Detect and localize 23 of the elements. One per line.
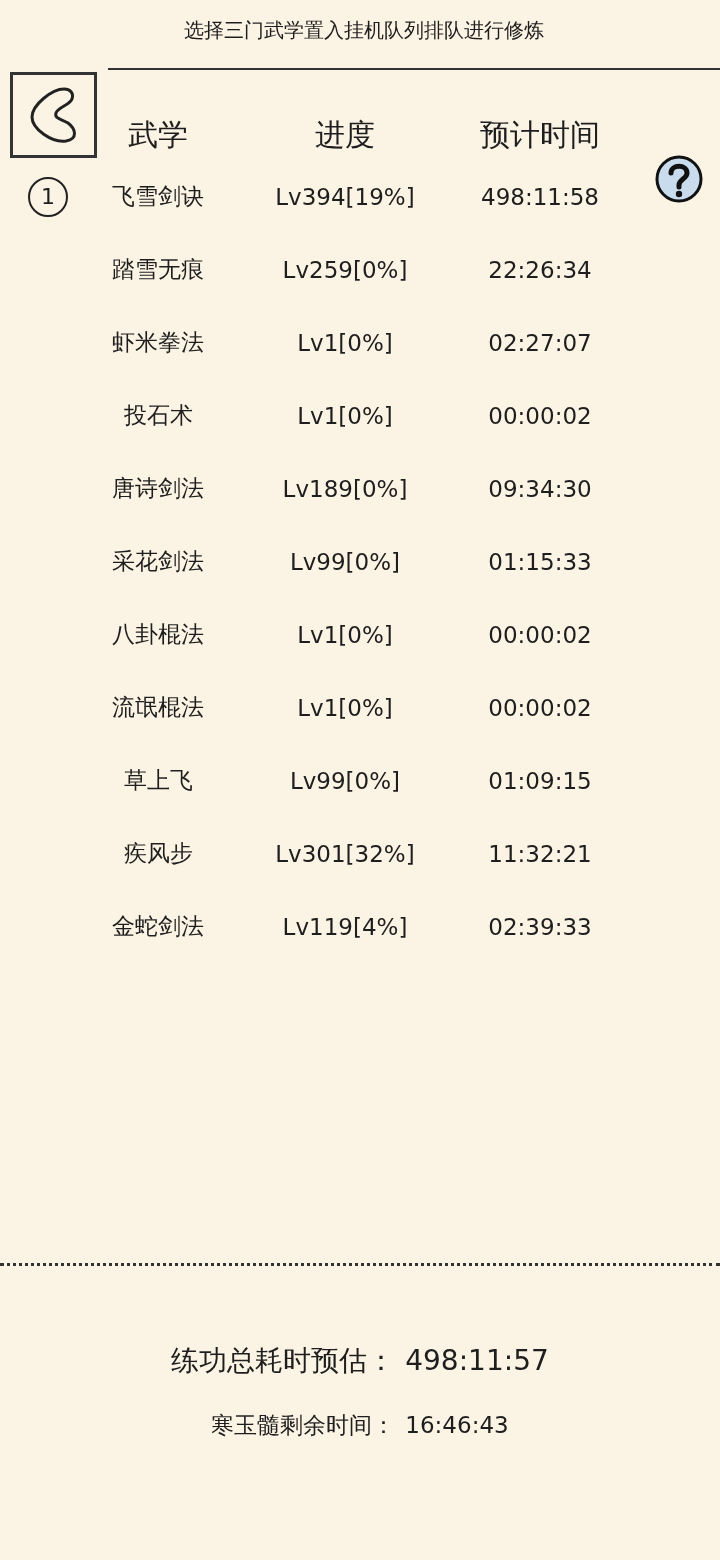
estimated-time: 02:27:07 — [488, 329, 592, 356]
estimated-time: 01:15:33 — [488, 548, 592, 575]
remaining-time-value: 16:46:43 — [405, 1412, 509, 1438]
estimated-time: 01:09:15 — [488, 767, 592, 794]
estimated-time: 00:00:02 — [488, 402, 592, 429]
estimated-time: 09:34:30 — [488, 475, 592, 502]
skill-progress: Lv119[4%] — [282, 913, 408, 940]
remaining-time-label: 寒玉髓剩余时间： — [211, 1412, 396, 1438]
estimated-time: 22:26:34 — [488, 256, 592, 283]
column-header: 预计时间 — [480, 116, 600, 154]
column-header: 进度 — [315, 116, 375, 154]
estimated-time: 00:00:02 — [488, 694, 592, 721]
total-time-label: 练功总耗时预估： — [171, 1344, 396, 1377]
page-title: 选择三门武学置入挂机队列排队进行修炼 — [184, 16, 544, 44]
estimated-time: 00:00:02 — [488, 621, 592, 648]
estimated-time: 02:39:33 — [488, 913, 592, 940]
estimated-time: 11:32:21 — [488, 840, 592, 867]
skill-progress: Lv301[32%] — [275, 840, 415, 867]
skill-progress: Lv99[0%] — [289, 767, 401, 794]
estimated-time: 498:11:58 — [481, 183, 599, 210]
queue-number-badge: 1 — [28, 176, 68, 217]
total-time-value: 498:11:57 — [405, 1344, 549, 1377]
column-header: 武学 — [128, 116, 188, 154]
